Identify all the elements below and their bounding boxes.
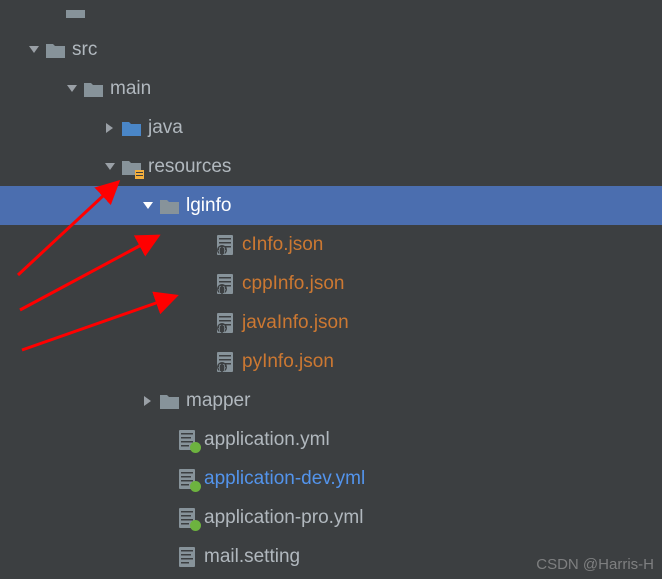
project-tree: src main java resources lginfo cInfo.jso… [0, 0, 662, 576]
source-folder-icon [120, 117, 142, 139]
chevron-right-icon[interactable] [100, 118, 120, 138]
json-file-icon [214, 312, 236, 334]
chevron-right-icon[interactable] [138, 391, 158, 411]
tree-row-file[interactable]: application-dev.yml [0, 459, 662, 498]
file-label: cInfo.json [242, 234, 323, 256]
tree-row-file[interactable]: cppInfo.json [0, 264, 662, 303]
file-label: cppInfo.json [242, 273, 344, 295]
spring-leaf-icon [190, 442, 201, 453]
file-label: pyInfo.json [242, 351, 334, 373]
tree-row-main[interactable]: main [0, 69, 662, 108]
json-file-icon [214, 234, 236, 256]
folder-icon [158, 195, 180, 217]
chevron-down-icon[interactable] [100, 157, 120, 177]
tree-row-src[interactable]: src [0, 30, 662, 69]
folder-icon [158, 390, 180, 412]
tree-row-lginfo[interactable]: lginfo [0, 186, 662, 225]
json-file-icon [214, 351, 236, 373]
file-label: application-dev.yml [204, 468, 365, 490]
folder-icon [44, 39, 66, 61]
folder-label: mapper [186, 390, 250, 412]
tree-row-file[interactable]: pyInfo.json [0, 342, 662, 381]
chevron-down-icon[interactable] [138, 196, 158, 216]
tree-row-file[interactable]: cInfo.json [0, 225, 662, 264]
tree-row-file[interactable]: application-pro.yml [0, 498, 662, 537]
chevron-down-icon[interactable] [24, 40, 44, 60]
tree-row-file[interactable]: application.yml [0, 420, 662, 459]
chevron-down-icon[interactable] [62, 79, 82, 99]
spring-leaf-icon [190, 520, 201, 531]
resources-folder-icon [120, 156, 142, 178]
text-file-icon [176, 546, 198, 568]
file-label: mail.setting [204, 546, 300, 568]
file-label: javaInfo.json [242, 312, 349, 334]
yml-file-icon [176, 429, 198, 451]
tree-row-file[interactable]: javaInfo.json [0, 303, 662, 342]
yml-file-icon [176, 507, 198, 529]
folder-label: lginfo [186, 195, 231, 217]
folder-icon [64, 10, 86, 32]
tree-row[interactable] [0, 10, 662, 30]
file-label: application-pro.yml [204, 507, 363, 529]
tree-row-resources[interactable]: resources [0, 147, 662, 186]
folder-label: main [110, 78, 151, 100]
file-label: application.yml [204, 429, 330, 451]
spring-leaf-icon [190, 481, 201, 492]
tree-row-file[interactable]: mail.setting [0, 537, 662, 576]
folder-label: src [72, 39, 97, 61]
yml-file-icon [176, 468, 198, 490]
folder-label: resources [148, 156, 231, 178]
folder-icon [82, 78, 104, 100]
folder-label: java [148, 117, 183, 139]
json-file-icon [214, 273, 236, 295]
tree-row-mapper[interactable]: mapper [0, 381, 662, 420]
tree-row-java[interactable]: java [0, 108, 662, 147]
